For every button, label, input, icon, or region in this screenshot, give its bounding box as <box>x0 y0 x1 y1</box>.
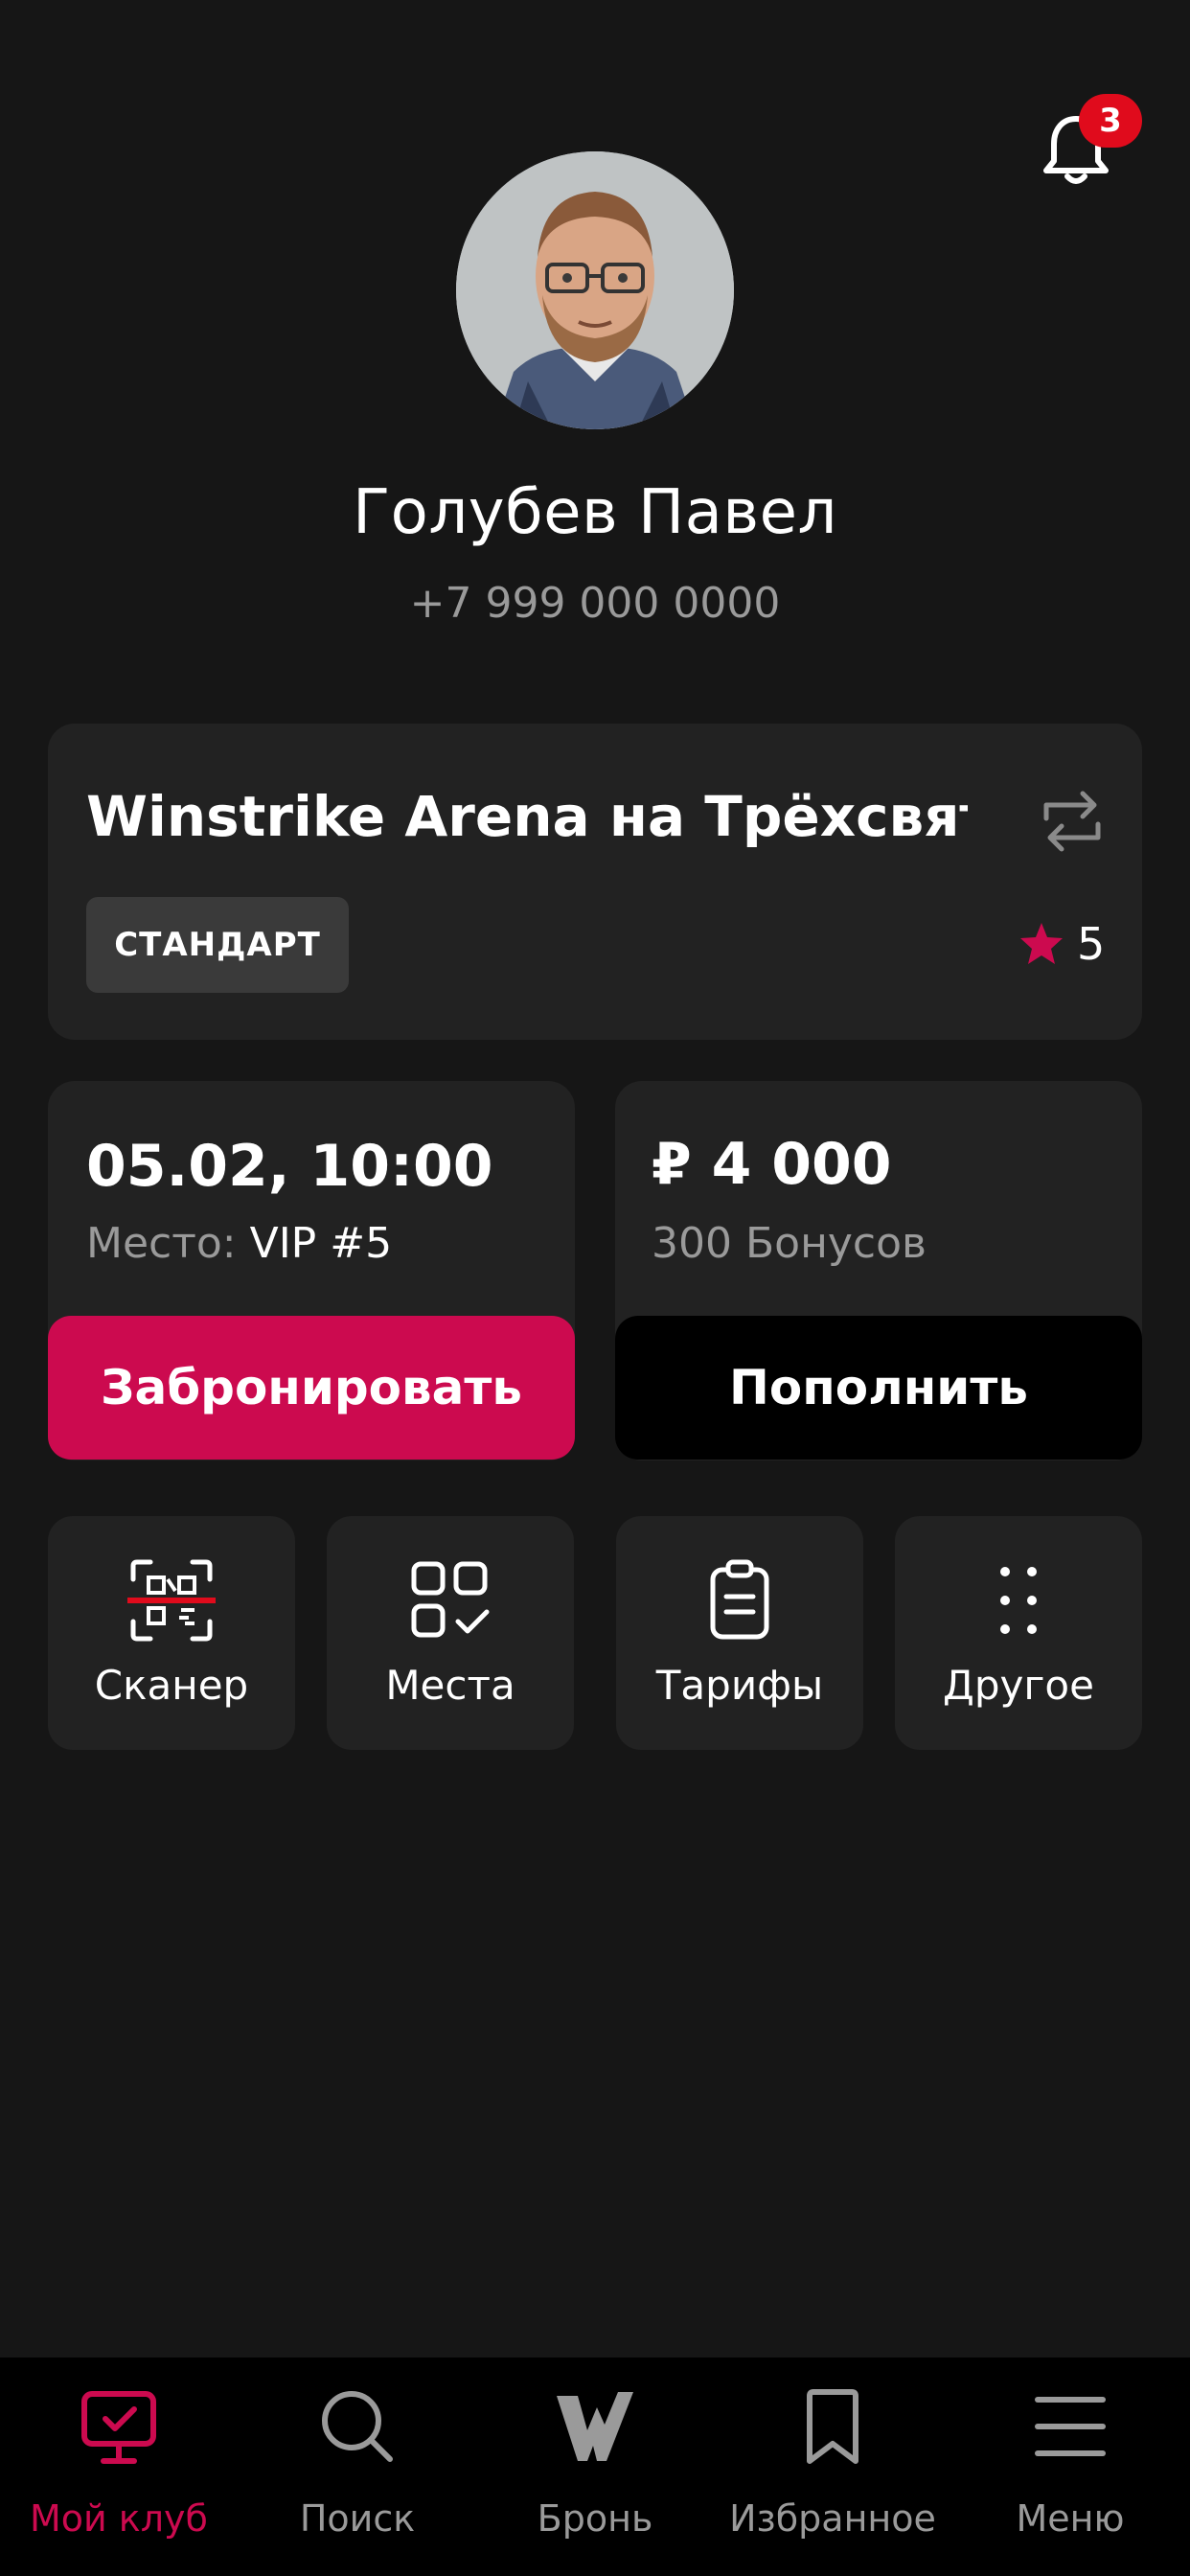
profile-name: Голубев Павел <box>353 477 837 548</box>
place-label: Место: <box>86 1219 237 1268</box>
club-title: Winstrike Arena на Трёхсвят.. <box>86 784 968 849</box>
nav-my-club[interactable]: Мой клуб <box>0 2386 238 2559</box>
nav-menu[interactable]: Меню <box>951 2386 1189 2559</box>
booking-place: Место: VIP #5 <box>86 1219 392 1268</box>
menu-icon <box>1035 2397 1106 2456</box>
winstrike-logo-icon <box>557 2392 633 2461</box>
search-icon <box>322 2391 393 2462</box>
star-icon <box>1018 920 1065 968</box>
club-rating: 5 <box>1077 918 1106 970</box>
action-tariffs[interactable]: Тарифы <box>616 1516 863 1750</box>
action-label: Места <box>385 1662 515 1709</box>
monitor-check-icon <box>81 2391 156 2464</box>
swap-arrows-icon <box>1043 791 1101 852</box>
nav-label: Поиск <box>299 2497 416 2540</box>
more-dots-icon <box>1000 1567 1037 1634</box>
tariff-tag: СТАНДАРТ <box>86 897 349 993</box>
action-label: Сканер <box>94 1662 249 1709</box>
nav-booking[interactable]: Бронь <box>476 2386 714 2559</box>
switch-club-button[interactable] <box>1039 786 1106 857</box>
avatar[interactable] <box>456 151 734 429</box>
action-seats[interactable]: Места <box>327 1516 574 1750</box>
bookmark-icon <box>807 2389 858 2464</box>
top-up-button[interactable]: Пополнить <box>615 1316 1142 1460</box>
nav-favorites[interactable]: Избранное <box>714 2386 951 2559</box>
clipboard-icon <box>710 1559 769 1640</box>
action-label: Тарифы <box>655 1662 824 1709</box>
nav-label: Бронь <box>537 2497 653 2540</box>
action-label: Другое <box>943 1662 1094 1709</box>
book-button[interactable]: Забронировать <box>48 1316 575 1460</box>
nav-label: Мой клуб <box>30 2497 208 2540</box>
bonus-amount: 300 Бонусов <box>652 1219 927 1268</box>
action-other[interactable]: Другое <box>895 1516 1142 1750</box>
notification-count-badge: 3 <box>1079 94 1142 148</box>
qr-scanner-icon <box>127 1559 216 1642</box>
nav-label: Избранное <box>729 2497 936 2540</box>
profile-phone: +7 999 000 0000 <box>409 579 781 628</box>
nav-label: Меню <box>1016 2497 1125 2540</box>
place-value: VIP #5 <box>249 1219 393 1268</box>
nav-search[interactable]: Поиск <box>239 2386 476 2559</box>
booking-datetime: 05.02, 10:00 <box>86 1133 493 1200</box>
action-scanner[interactable]: Сканер <box>48 1516 295 1750</box>
seats-grid-icon <box>411 1561 490 1638</box>
balance-amount: ₽ 4 000 <box>652 1131 892 1198</box>
